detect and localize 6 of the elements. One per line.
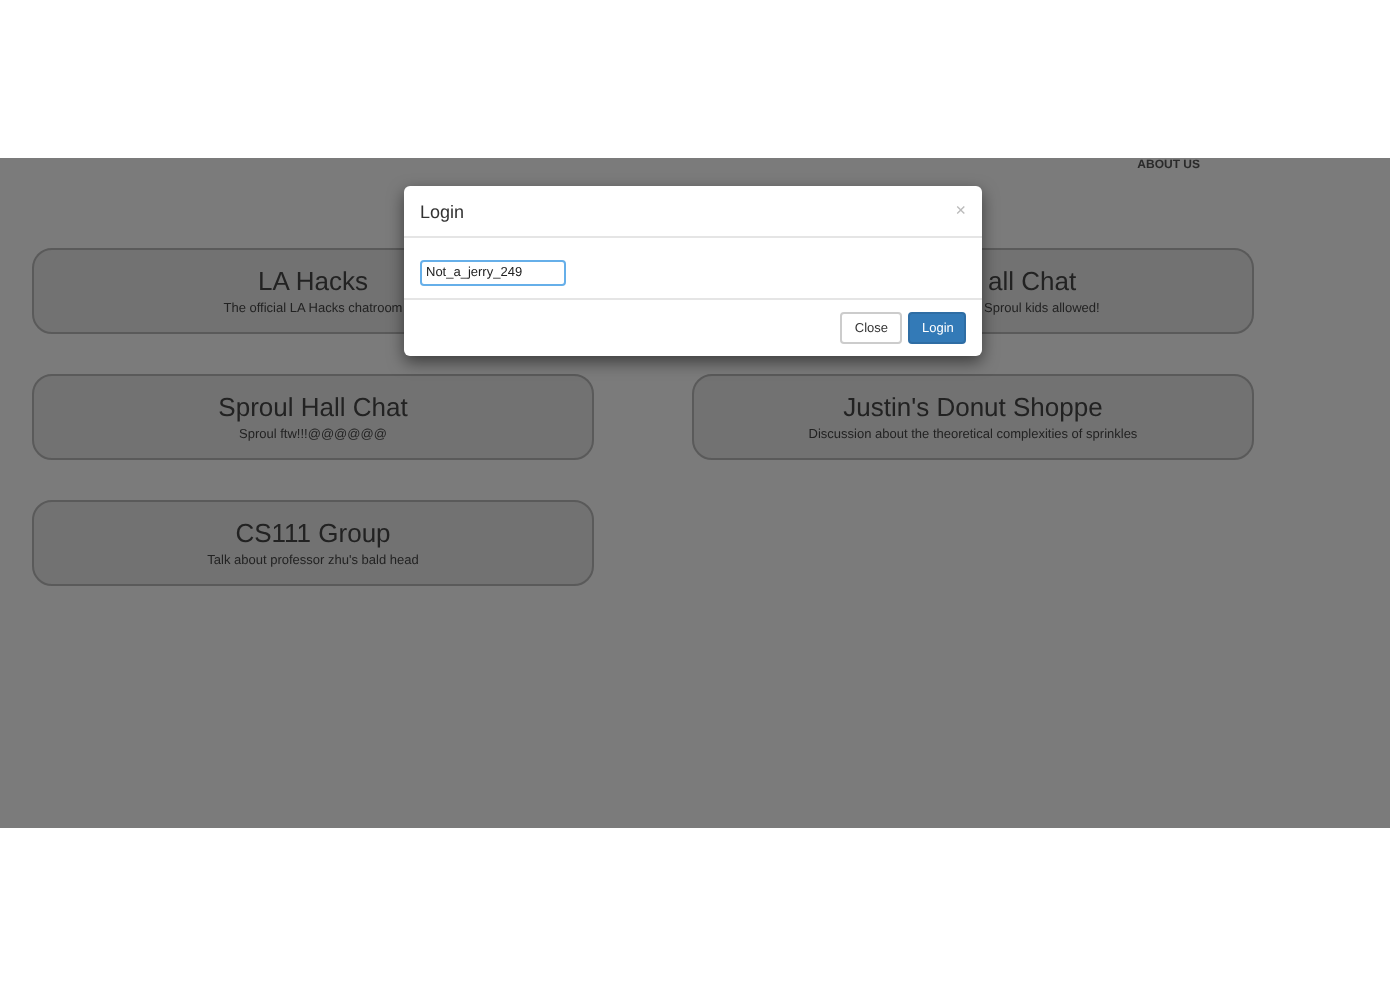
chatroom-name: all Chat [988,266,1077,296]
chatroom-name: Sproul Hall Chat [218,392,408,422]
chatroom-name: LA Hacks [258,266,368,296]
chatroom-name: CS111 Group [235,518,391,548]
dialog-title: Login [420,201,465,221]
chatroom-name: Justin's Donut Shoppe [843,392,1103,422]
